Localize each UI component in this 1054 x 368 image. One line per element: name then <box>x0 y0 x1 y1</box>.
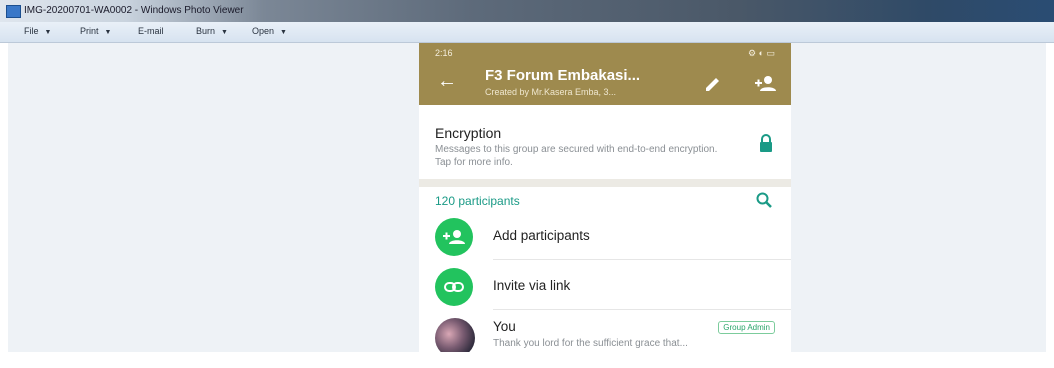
window-titlebar: IMG-20200701-WA0002 - Windows Photo View… <box>0 0 1054 22</box>
participant-name: You <box>493 319 516 334</box>
section-divider <box>419 179 791 187</box>
participant-row-you[interactable]: You Thank you lord for the sufficient gr… <box>419 311 791 352</box>
back-arrow-icon[interactable]: ← <box>437 71 457 91</box>
menu-burn-label: Burn <box>196 26 216 36</box>
status-icons: ⚙ ◐ ▭ <box>747 48 775 58</box>
photo-viewer-app-icon <box>6 5 21 18</box>
menu-open-label: Open <box>252 26 275 36</box>
participant-status: Thank you lord for the sufficient grace … <box>493 338 688 349</box>
add-participants-circle <box>435 218 473 256</box>
encryption-description: Messages to this group are secured with … <box>435 144 718 168</box>
encryption-title: Encryption <box>435 125 502 141</box>
link-icon <box>444 282 464 292</box>
group-header: 2:16 ⚙ ◐ ▭ ← F3 Forum Embakasi... Create… <box>419 43 791 105</box>
row-divider <box>493 259 791 260</box>
group-admin-badge: Group Admin <box>718 321 775 334</box>
group-title[interactable]: F3 Forum Embakasi... <box>485 67 640 84</box>
group-subtitle: Created by Mr.Kasera Emba, 3... <box>485 87 617 97</box>
menu-file[interactable]: File ▼ <box>24 26 51 36</box>
add-person-icon[interactable] <box>753 73 777 93</box>
menu-email-label: E-mail <box>138 26 164 36</box>
photo-viewer-canvas: 2:16 ⚙ ◐ ▭ ← F3 Forum Embakasi... Create… <box>8 43 1046 352</box>
lock-icon <box>760 134 772 152</box>
menu-print-label: Print <box>80 26 99 36</box>
add-person-icon <box>443 230 465 244</box>
window-title: IMG-20200701-WA0002 - Windows Photo View… <box>24 5 244 16</box>
pencil-icon[interactable] <box>703 73 723 93</box>
participants-count: 120 participants <box>435 194 520 208</box>
menu-burn[interactable]: Burn ▼ <box>196 26 228 36</box>
chevron-down-icon: ▼ <box>221 29 228 36</box>
avatar <box>435 318 475 352</box>
chevron-down-icon: ▼ <box>44 29 52 36</box>
status-time: 2:16 <box>435 48 453 58</box>
phone-screenshot: 2:16 ⚙ ◐ ▭ ← F3 Forum Embakasi... Create… <box>419 43 791 352</box>
row-divider <box>493 309 791 310</box>
invite-via-link-label: Invite via link <box>493 278 571 293</box>
add-participants-label: Add participants <box>493 228 590 243</box>
menu-bar: File ▼ Print ▼ E-mail Burn ▼ Open ▼ <box>0 22 1054 43</box>
invite-via-link-row[interactable]: Invite via link <box>419 261 791 311</box>
encryption-section[interactable]: Encryption Messages to this group are se… <box>419 115 791 179</box>
menu-file-label: File <box>24 26 39 36</box>
invite-link-circle <box>435 268 473 306</box>
chevron-down-icon: ▼ <box>280 29 287 36</box>
menu-email[interactable]: E-mail <box>138 26 164 36</box>
menu-print[interactable]: Print ▼ <box>80 26 111 36</box>
chevron-down-icon: ▼ <box>104 29 112 36</box>
search-icon[interactable] <box>755 191 773 209</box>
menu-open[interactable]: Open ▼ <box>252 26 287 36</box>
add-participants-row[interactable]: Add participants <box>419 211 791 261</box>
